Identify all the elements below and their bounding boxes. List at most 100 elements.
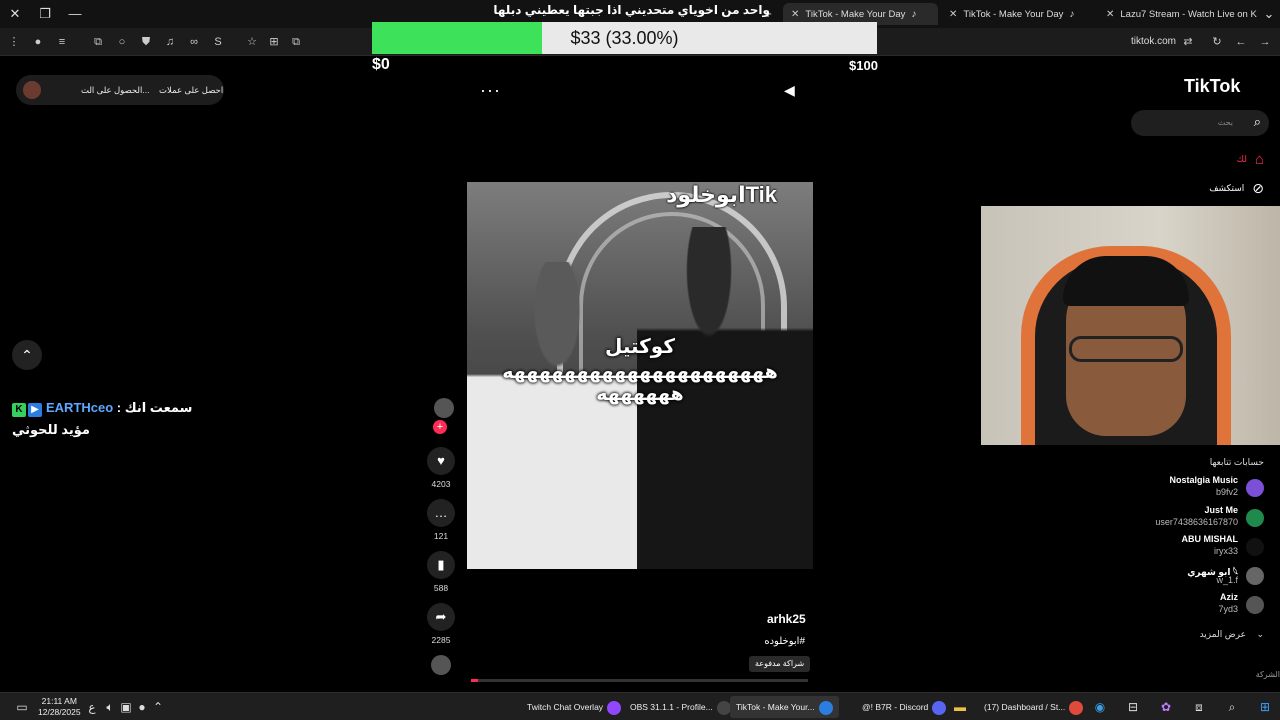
tab-kick-stream[interactable]: ✕ Lazu7 Stream - Watch Live on K: [1098, 3, 1258, 25]
tiktok-icon: ♪: [1069, 8, 1075, 20]
follow-plus-icon[interactable]: +: [433, 420, 447, 434]
microphone-icon[interactable]: ●: [134, 699, 150, 715]
obs-icon: [716, 700, 731, 715]
video-hashtag[interactable]: #ابوخلوده: [760, 636, 805, 647]
tab-label: TikTok - Make Your Day: [805, 8, 906, 20]
see-more-link[interactable]: عرض المزيد ⌄: [1200, 629, 1264, 640]
comment-icon: …: [427, 499, 455, 527]
notification-icon[interactable]: ▭: [14, 699, 30, 715]
search-input[interactable]: بحث ⌕: [1131, 110, 1269, 136]
glasses-icon[interactable]: ∞: [186, 34, 202, 50]
task-dashboard[interactable]: (17) Dashboard / St...: [978, 696, 1089, 718]
following-handle: user7438636167870: [1155, 517, 1238, 527]
following-item[interactable]: Nostalgia Music b9fv2: [1064, 475, 1264, 501]
avatar[interactable]: [23, 81, 41, 99]
shazam-icon[interactable]: S: [210, 34, 226, 50]
task-view-icon[interactable]: ⧈: [1191, 699, 1207, 715]
task-label: @! B7R - Discord: [862, 702, 929, 712]
store-icon[interactable]: ⊟: [1125, 699, 1141, 715]
tiktok-logo[interactable]: TikTok: [1184, 76, 1240, 97]
close-tab-icon[interactable]: ✕: [1106, 9, 1114, 20]
following-item[interactable]: Just Me user7438636167870: [1064, 505, 1264, 531]
close-tab-icon[interactable]: ✕: [791, 9, 799, 20]
minimize-window-icon[interactable]: —: [66, 5, 84, 23]
back-icon[interactable]: ←: [1233, 34, 1249, 50]
share-button[interactable]: ➦ 2285: [425, 603, 457, 645]
close-tab-icon[interactable]: ✕: [949, 9, 957, 20]
tray-expand-icon[interactable]: ⌃: [150, 699, 166, 715]
like-button[interactable]: ♥ 4203: [425, 447, 457, 489]
playlist-icon[interactable]: ≡: [54, 34, 70, 50]
save-button[interactable]: ▮ 588: [425, 551, 457, 593]
address-bar[interactable]: tiktok.com: [1131, 36, 1176, 47]
video-player[interactable]: ابوخلودTik كوكتيل هههههههههههههههههههههه…: [467, 182, 813, 569]
tab-list-chevron-icon[interactable]: ⌄: [1260, 5, 1278, 23]
extension-icon[interactable]: ○: [114, 34, 130, 50]
edge-icon[interactable]: ◉: [1092, 699, 1108, 715]
stream-title-overlay: واحد من اخوياي متحديني اذا جبتها يعطيني …: [493, 3, 770, 17]
audio-icon[interactable]: ♫: [162, 34, 178, 50]
profile-icon[interactable]: ●: [30, 34, 46, 50]
music-disc[interactable]: [425, 655, 457, 679]
following-name: ABU MISHAL: [1181, 534, 1239, 544]
forward-icon[interactable]: →: [1257, 34, 1273, 50]
following-name: Just Me: [1204, 505, 1238, 515]
windows-start-icon[interactable]: ⊞: [1257, 699, 1273, 715]
nav-for-you[interactable]: لك ⌂: [1237, 151, 1264, 168]
task-discord[interactable]: @! B7R - Discord: [856, 696, 952, 718]
following-item[interactable]: ابو شهري 𓆩 w_1.f: [1064, 563, 1264, 589]
screenshot-icon[interactable]: ⧉: [288, 34, 304, 50]
task-obs[interactable]: OBS 31.1.1 - Profile...: [624, 696, 737, 718]
following-header: حسابات تتابعها: [1209, 457, 1264, 467]
author-avatar[interactable]: [434, 398, 454, 418]
extensions-icon[interactable]: ⧉: [90, 34, 106, 50]
more-options-icon[interactable]: ···: [480, 80, 501, 101]
task-twitch-chat-overlay[interactable]: Twitch Chat Overlay: [521, 696, 627, 718]
search-placeholder: بحث: [1217, 118, 1233, 127]
close-window-icon[interactable]: ✕: [6, 5, 24, 23]
following-name: Aziz: [1220, 592, 1238, 602]
file-explorer-icon[interactable]: ▬: [952, 699, 968, 715]
menu-dots-icon[interactable]: ⋮: [6, 34, 22, 50]
kick-badge-icon: K: [12, 403, 26, 417]
task-tiktok[interactable]: TikTok - Make Your...: [730, 696, 839, 718]
following-item[interactable]: ABU MISHAL iryx33: [1064, 534, 1264, 560]
restore-window-icon[interactable]: ❐: [36, 5, 54, 23]
avatar[interactable]: [1246, 596, 1264, 614]
search-icon[interactable]: ⌕: [1254, 114, 1261, 130]
avatar[interactable]: [1246, 538, 1264, 556]
get-coins-link[interactable]: احصل على عملات: [159, 85, 223, 96]
network-icon[interactable]: ▣: [118, 699, 134, 715]
video-username[interactable]: arhk25: [767, 612, 806, 626]
save-count: 588: [433, 583, 449, 593]
reload-icon[interactable]: ↻: [1209, 34, 1225, 50]
comment-button[interactable]: … 121: [425, 499, 457, 541]
input-language[interactable]: ع: [84, 699, 100, 715]
video-progress-bar[interactable]: [471, 679, 808, 682]
following-handle: w_1.f: [1216, 575, 1238, 585]
video-progress-fill: [471, 679, 478, 682]
tab-tiktok[interactable]: ✕ TikTok - Make Your Day ♪: [941, 3, 1093, 25]
avatar[interactable]: [1246, 509, 1264, 527]
task-label: Twitch Chat Overlay: [527, 702, 604, 712]
volume-icon[interactable]: ◀: [784, 82, 795, 99]
shield-icon[interactable]: ⛊: [138, 34, 154, 50]
bookmark-star-icon[interactable]: ☆: [244, 34, 260, 50]
following-item[interactable]: Aziz 7yd3: [1064, 592, 1264, 618]
chat-message: سمعت انك: [124, 400, 193, 415]
copilot-icon[interactable]: ✿: [1158, 699, 1174, 715]
sidebar-icon[interactable]: ⊞: [266, 34, 282, 50]
search-taskbar-icon[interactable]: ⌕: [1224, 699, 1240, 715]
nav-explore[interactable]: استكشف ⊘: [1209, 180, 1264, 197]
volume-tray-icon[interactable]: 🔈︎: [102, 699, 118, 715]
task-label: OBS 31.1.1 - Profile...: [630, 702, 713, 712]
company-link[interactable]: الشركة: [1256, 670, 1280, 679]
avatar[interactable]: [1246, 479, 1264, 497]
avatar[interactable]: [1246, 567, 1264, 585]
share-icon: ➦: [427, 603, 455, 631]
site-settings-icon[interactable]: ⇄: [1180, 34, 1196, 50]
taskbar-clock[interactable]: 21:11 AM 12/28/2025: [38, 696, 81, 718]
coins-app-pill[interactable]: الحصول على الت... احصل على عملات: [16, 75, 224, 105]
previous-video-button[interactable]: ⌃: [12, 340, 42, 370]
get-app-link[interactable]: الحصول على الت...: [81, 85, 149, 96]
